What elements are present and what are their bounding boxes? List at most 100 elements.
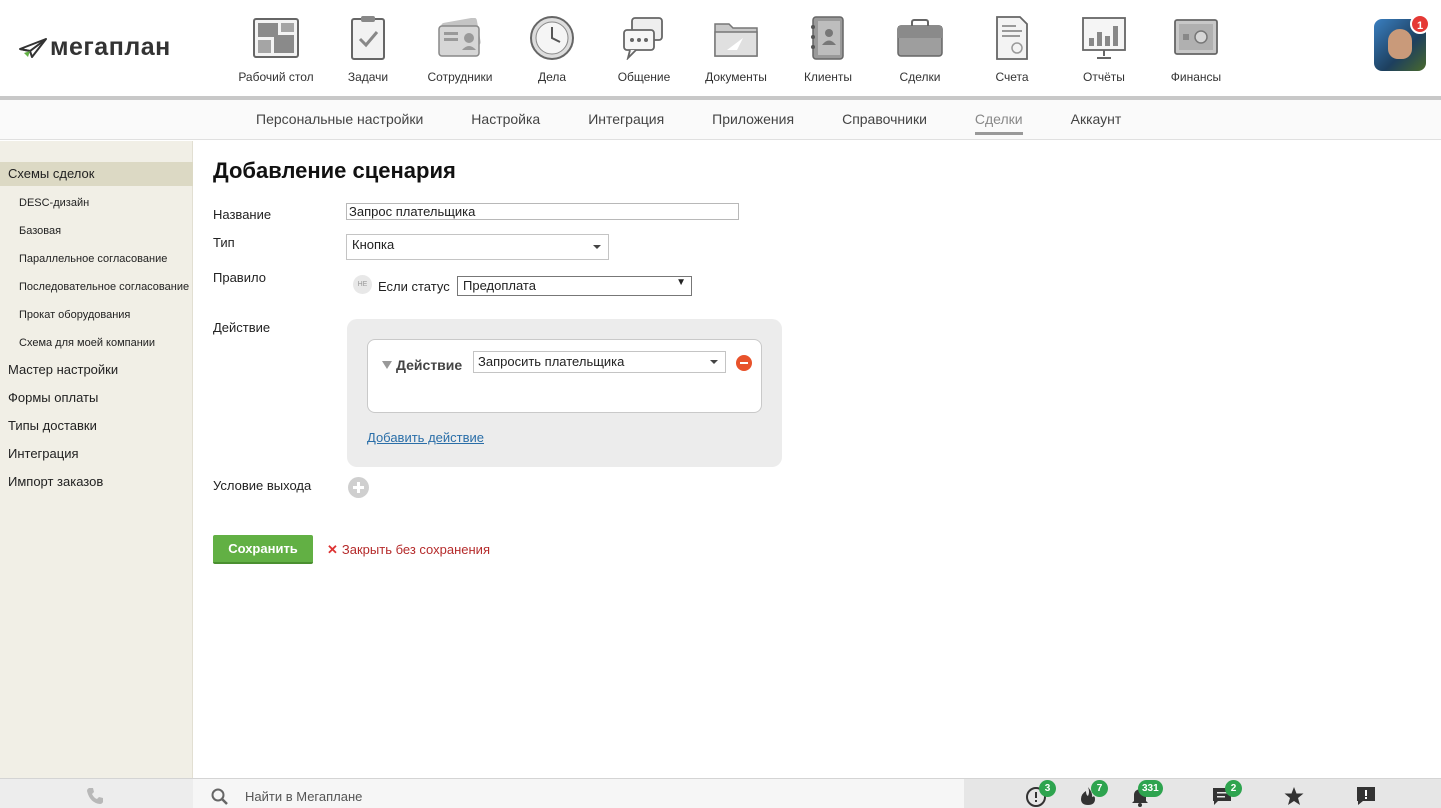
module-clients[interactable]: Клиенты [782, 14, 874, 84]
global-search[interactable]: Найти в Мегаплане [193, 779, 964, 808]
hot-button[interactable]: 7 [1077, 780, 1108, 808]
sidebar-subitem-parallel-approval[interactable]: Параллельное согласование [0, 247, 193, 271]
settings-subnav: Персональные настройки Настройка Интегра… [0, 100, 1441, 140]
hot-count-badge: 7 [1091, 780, 1108, 797]
action-label: Действие [213, 320, 271, 335]
avatar-face [1388, 29, 1412, 59]
add-action-link[interactable]: Добавить действие [367, 430, 484, 445]
action-select[interactable]: Запросить плательщика [473, 351, 726, 373]
invoice-icon [988, 14, 1036, 62]
module-label: Рабочий стол [238, 70, 314, 84]
name-field[interactable] [346, 203, 739, 220]
desktop-icon [252, 14, 300, 62]
actions-panel: Действие Запросить плательщика Добавить … [347, 319, 782, 467]
notifications-button[interactable]: 331 [1129, 780, 1163, 808]
module-label: Дела [537, 70, 567, 84]
safe-icon [1172, 14, 1220, 62]
subnav-deals[interactable]: Сделки [974, 111, 1023, 135]
collapse-triangle-icon[interactable] [382, 361, 392, 369]
rule-label: Правило [213, 270, 266, 285]
module-affairs[interactable]: Дела [506, 14, 598, 84]
module-deals[interactable]: Сделки [874, 14, 966, 84]
phone-icon[interactable] [85, 786, 105, 806]
module-label: Сотрудники [427, 70, 493, 84]
module-label: Отчёты [1083, 70, 1125, 84]
type-select-value: Кнопка [352, 237, 395, 252]
type-select[interactable]: Кнопка [346, 234, 609, 260]
subnav-settings[interactable]: Настройка [471, 111, 540, 133]
module-employees[interactable]: Сотрудники [414, 14, 506, 84]
dropdown-arrow-icon: ▼ [676, 277, 686, 288]
module-label: Финансы [1170, 70, 1222, 84]
messages-button[interactable]: 2 [1211, 780, 1242, 808]
module-nav: Рабочий стол Задачи Сотрудники Дела Обще… [230, 14, 1242, 84]
megaplan-logo[interactable]: мегаплан [18, 33, 171, 62]
bottom-bar: Найти в Мегаплане 3 7 331 2 [0, 778, 1441, 808]
module-label: Задачи [347, 70, 389, 84]
sidebar-subitem-basic[interactable]: Базовая [0, 219, 193, 243]
module-reports[interactable]: Отчёты [1058, 14, 1150, 84]
save-button[interactable]: Сохранить [213, 535, 313, 564]
sidebar-subitem-my-company-scheme[interactable]: Схема для моей компании [0, 331, 193, 355]
module-documents[interactable]: Документы [690, 14, 782, 84]
sidebar-item-payment-forms[interactable]: Формы оплаты [0, 386, 193, 410]
sidebar-item-setup-wizard[interactable]: Мастер настройки [0, 358, 193, 382]
subnav-integration[interactable]: Интеграция [588, 111, 664, 133]
profile-notification-badge: 1 [1410, 14, 1430, 34]
feedback-button[interactable] [1355, 785, 1379, 808]
if-status-label: Если статус [378, 279, 450, 294]
status-select[interactable]: Предоплата ▼ [457, 276, 692, 296]
close-without-save-link[interactable]: ✕ Закрыть без сохранения [327, 542, 490, 558]
chevron-down-icon [593, 245, 601, 249]
favorites-button[interactable] [1283, 785, 1307, 808]
add-exit-condition-button[interactable] [348, 477, 369, 498]
name-label: Название [213, 207, 272, 222]
module-label: Общение [617, 70, 671, 84]
page-title: Добавление сценария [213, 158, 456, 183]
contacts-book-icon [804, 14, 852, 62]
remove-action-button[interactable] [736, 355, 752, 371]
action-card-label: Действие [396, 357, 463, 373]
notifications-count-badge: 331 [1138, 780, 1163, 797]
feedback-exclamation-icon [1357, 787, 1375, 805]
module-label: Счета [995, 70, 1029, 84]
sidebar-subitem-equipment-rental[interactable]: Прокат оборудования [0, 303, 193, 327]
clock-icon [528, 14, 576, 62]
sidebar: Схемы сделок DESC-дизайн Базовая Паралле… [0, 141, 193, 778]
module-communication[interactable]: Общение [598, 14, 690, 84]
action-card: Действие Запросить плательщика [367, 339, 762, 413]
phone-zone [0, 779, 193, 808]
star-icon [1284, 787, 1304, 805]
search-icon [211, 788, 228, 805]
tasks-icon [344, 14, 392, 62]
alerts-button[interactable]: 3 [1025, 780, 1056, 808]
chevron-down-icon [710, 360, 718, 364]
close-without-save-label: Закрыть без сохранения [341, 542, 490, 557]
sidebar-item-import-orders[interactable]: Импорт заказов [0, 470, 193, 494]
logo-plane-icon [19, 37, 47, 58]
chat-icon [620, 14, 668, 62]
status-select-value: Предоплата [463, 278, 536, 293]
not-toggle-button[interactable]: НЕ [353, 275, 372, 294]
module-label: Сделки [899, 70, 941, 84]
module-tasks[interactable]: Задачи [322, 14, 414, 84]
sidebar-subitem-desc-design[interactable]: DESC-дизайн [0, 191, 193, 215]
messages-count-badge: 2 [1225, 780, 1242, 797]
folder-icon [712, 14, 760, 62]
subnav-applications[interactable]: Приложения [712, 111, 794, 133]
employees-icon [436, 14, 484, 62]
sidebar-item-integration[interactable]: Интеграция [0, 442, 193, 466]
module-invoices[interactable]: Счета [966, 14, 1058, 84]
sidebar-item-deal-schemes[interactable]: Схемы сделок [0, 162, 193, 186]
exit-condition-label: Условие выхода [213, 478, 312, 493]
subnav-directories[interactable]: Справочники [842, 111, 927, 133]
action-select-value: Запросить плательщика [478, 354, 625, 369]
sidebar-subitem-sequential-approval[interactable]: Последовательное согласование [0, 275, 193, 299]
top-header: мегаплан Рабочий стол Задачи Сотрудники [0, 0, 1441, 97]
module-finance[interactable]: Финансы [1150, 14, 1242, 84]
module-label: Клиенты [803, 70, 853, 84]
module-desktop[interactable]: Рабочий стол [230, 14, 322, 84]
subnav-personal-settings[interactable]: Персональные настройки [256, 111, 423, 133]
sidebar-item-delivery-types[interactable]: Типы доставки [0, 414, 193, 438]
subnav-account[interactable]: Аккаунт [1071, 111, 1122, 133]
